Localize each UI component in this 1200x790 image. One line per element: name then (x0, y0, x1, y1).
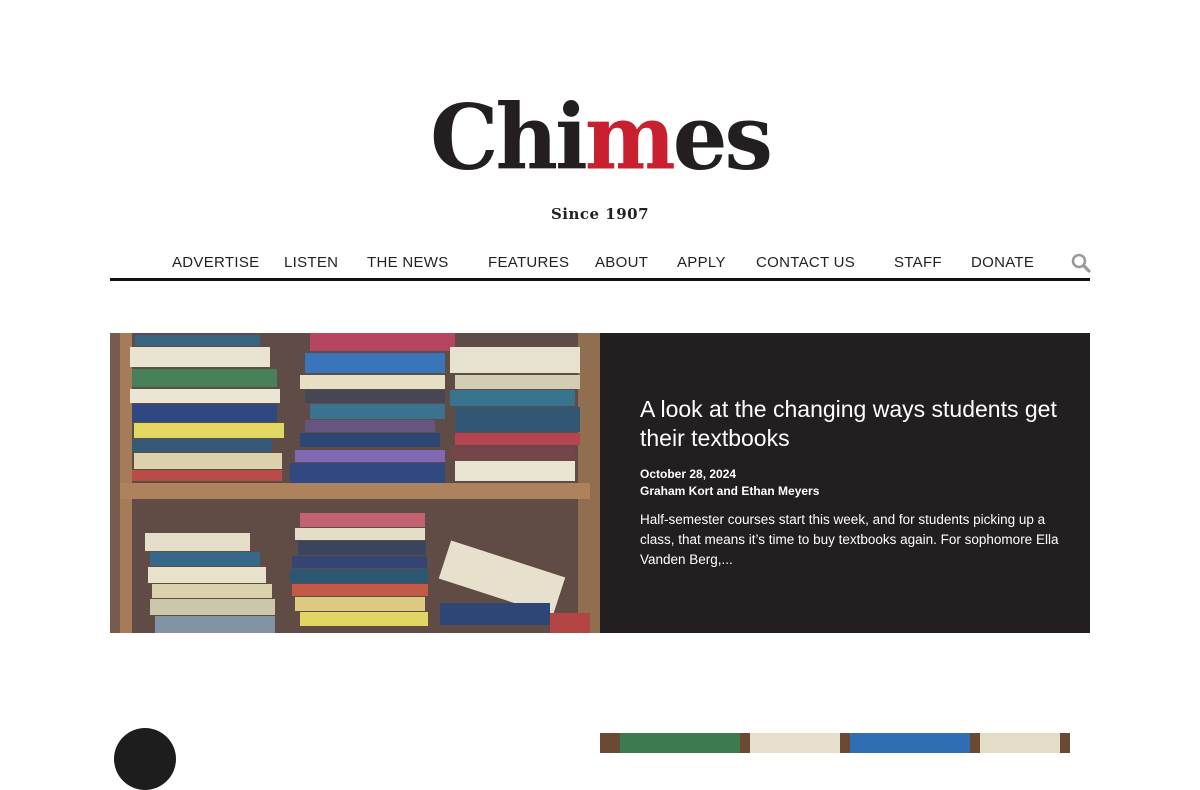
search-icon[interactable] (1070, 252, 1092, 274)
logo-text-right: es (672, 84, 773, 191)
nav-item-the-news[interactable]: THE NEWS (367, 254, 449, 271)
next-story-avatar[interactable] (114, 728, 176, 790)
bookshelf-photo (110, 333, 600, 633)
featured-image[interactable] (110, 333, 600, 633)
next-story-photo (600, 733, 1070, 753)
nav-item-features[interactable]: FEATURES (488, 254, 569, 271)
featured-excerpt: Half-semester courses start this week, a… (640, 512, 1059, 567)
nav-item-about[interactable]: ABOUT (595, 254, 648, 271)
featured-title[interactable]: A look at the changing ways students get… (640, 395, 1060, 453)
site-logo[interactable]: Chimes (430, 84, 773, 191)
featured-authors[interactable]: Graham Kort and Ethan Meyers (640, 484, 1060, 498)
featured-date: October 28, 2024 (640, 467, 737, 481)
nav-item-staff[interactable]: STAFF (894, 254, 942, 271)
nav-item-donate[interactable]: DONATE (971, 254, 1034, 271)
nav-item-listen[interactable]: LISTEN (284, 254, 338, 271)
site-tagline: Since 1907 (550, 205, 650, 223)
nav-item-apply[interactable]: APPLY (677, 254, 726, 271)
logo-text-left: Chi (430, 84, 588, 191)
featured-body: A look at the changing ways students get… (640, 395, 1060, 584)
featured-story[interactable]: A look at the changing ways students get… (110, 333, 1090, 633)
main-nav: ADVERTISE LISTEN THE NEWS FEATURES ABOUT… (110, 250, 1092, 281)
next-story-thumbnail[interactable] (600, 733, 1070, 753)
logo-text-accent: m (584, 84, 676, 191)
masthead: Chimes (0, 84, 1200, 191)
nav-item-contact-us[interactable]: CONTACT US (756, 254, 855, 271)
nav-item-advertise[interactable]: ADVERTISE (172, 254, 259, 271)
